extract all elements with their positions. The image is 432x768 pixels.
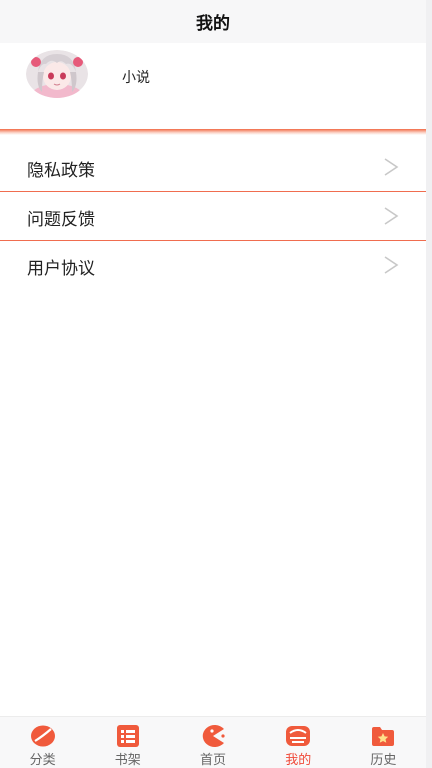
- anime-girl-avatar-icon: [26, 50, 88, 98]
- home-icon: [202, 725, 225, 747]
- mine-icon: [286, 726, 311, 746]
- tab-label: 我的: [285, 753, 312, 768]
- bookshelf-icon: [116, 725, 139, 747]
- page-title: 我的: [196, 14, 230, 34]
- profile-section[interactable]: 小说: [0, 43, 426, 129]
- avatar[interactable]: [26, 50, 88, 98]
- menu-item-feedback[interactable]: 问题反馈: [0, 192, 426, 241]
- tab-label: 首页: [200, 753, 227, 768]
- scrollbar[interactable]: [426, 0, 432, 768]
- chevron-right-icon: [384, 256, 399, 274]
- tab-label: 分类: [29, 753, 56, 768]
- menu-item-label: 隐私政策: [27, 161, 95, 181]
- tab-category[interactable]: 分类: [0, 717, 85, 768]
- menu-item-label: 问题反馈: [27, 210, 95, 230]
- profile-name: 小说: [122, 70, 150, 86]
- tab-home[interactable]: 首页: [170, 717, 255, 768]
- menu-item-privacy-policy[interactable]: 隐私政策: [0, 143, 426, 192]
- tab-mine[interactable]: 我的: [256, 717, 341, 768]
- category-icon: [30, 725, 55, 747]
- menu-item-user-agreement[interactable]: 用户协议: [0, 241, 426, 289]
- profile-divider: [0, 129, 426, 135]
- chevron-right-icon: [384, 207, 399, 225]
- tab-history[interactable]: 历史: [341, 717, 426, 768]
- tab-label: 历史: [370, 753, 397, 768]
- tab-bookshelf[interactable]: 书架: [85, 717, 170, 768]
- top-bar: 我的: [0, 0, 426, 43]
- chevron-right-icon: [384, 158, 399, 176]
- menu-item-label: 用户协议: [27, 259, 95, 279]
- bottom-tab-bar: 分类 书架 首页 我的 历史: [0, 716, 426, 768]
- mine-page: 我的 小说 隐私政策 问题反馈 用户协议 分类 书架 首页 我的 历史: [0, 0, 426, 768]
- settings-menu: 隐私政策 问题反馈 用户协议: [0, 143, 426, 289]
- tab-label: 书架: [114, 753, 141, 768]
- history-icon: [372, 727, 395, 746]
